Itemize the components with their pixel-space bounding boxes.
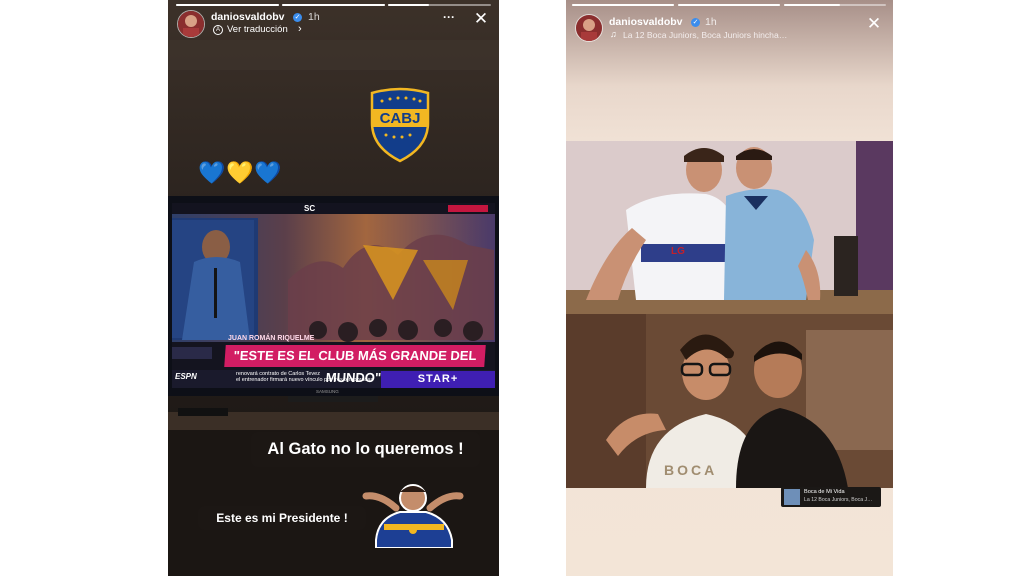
music-sticker-title: Boca de Mi Vida: [804, 489, 845, 495]
tv-channel-logo: SC: [304, 204, 316, 213]
story-right: LG BOCA daniosvaldobv ✓ 1h ♫ La 12 Boca …: [566, 0, 893, 576]
more-button[interactable]: ···: [440, 10, 458, 24]
story-progress-3: [784, 4, 886, 6]
verified-badge-icon: ✓: [293, 13, 302, 22]
tv-headline: "ESTE ES EL CLUB MÁS GRANDE DEL MUNDO": [224, 345, 486, 385]
story-progress-2: [282, 4, 385, 6]
story-progress-3: [388, 4, 491, 6]
blue-heart-emoji: 💙: [254, 160, 282, 185]
avatar[interactable]: [575, 14, 603, 42]
music-note-icon: ♫: [610, 29, 617, 39]
post-time: 1h: [705, 16, 717, 28]
cabj-shield-icon: CABJ: [370, 87, 430, 163]
username[interactable]: daniosvaldobv: [211, 11, 285, 23]
story-progress-2: [678, 4, 780, 6]
album-art: [784, 489, 800, 505]
tv-ticker: renovará contrato de Carlos Tevez el ent…: [236, 371, 374, 383]
caption-second: Este es mi Presidente !: [198, 506, 366, 530]
avatar[interactable]: [177, 10, 205, 38]
chevron-right-icon: ›: [298, 23, 302, 35]
story-left: daniosvaldobv ✓ 1h A Ver traducción › ··…: [168, 0, 499, 576]
star-plus-logo: STAR+: [381, 371, 495, 388]
caption-main: Al Gato no lo queremos !: [251, 432, 480, 467]
close-button[interactable]: ✕: [864, 14, 884, 34]
post-time: 1h: [308, 11, 320, 23]
verified-badge-icon: ✓: [691, 18, 700, 27]
gesture-sticker-icon: [362, 484, 464, 548]
shirt-text: BOCA: [664, 462, 718, 478]
shirt-logo-text: LG: [671, 246, 685, 257]
svg-text:CABJ: CABJ: [380, 110, 421, 127]
translate-link[interactable]: Ver traducción: [227, 24, 288, 35]
translate-icon: A: [213, 25, 223, 35]
yellow-heart-emoji: 💛: [226, 160, 254, 185]
story-progress-1: [176, 4, 279, 6]
story-progress-1: [572, 4, 674, 6]
blue-heart-emoji: 💙: [198, 160, 226, 185]
tv-name-label: JUAN ROMÁN RIQUELME: [228, 335, 315, 342]
music-sticker-artist: La 12 Boca Juniors, Boca J…: [804, 497, 873, 503]
espn-logo: ESPN: [175, 372, 197, 381]
username[interactable]: daniosvaldobv: [609, 16, 683, 28]
tv-brand: SAMSUNG: [316, 389, 339, 394]
close-button[interactable]: ✕: [471, 9, 491, 29]
music-info-link[interactable]: La 12 Boca Juniors, Boca Juniors hincha…: [623, 30, 787, 40]
